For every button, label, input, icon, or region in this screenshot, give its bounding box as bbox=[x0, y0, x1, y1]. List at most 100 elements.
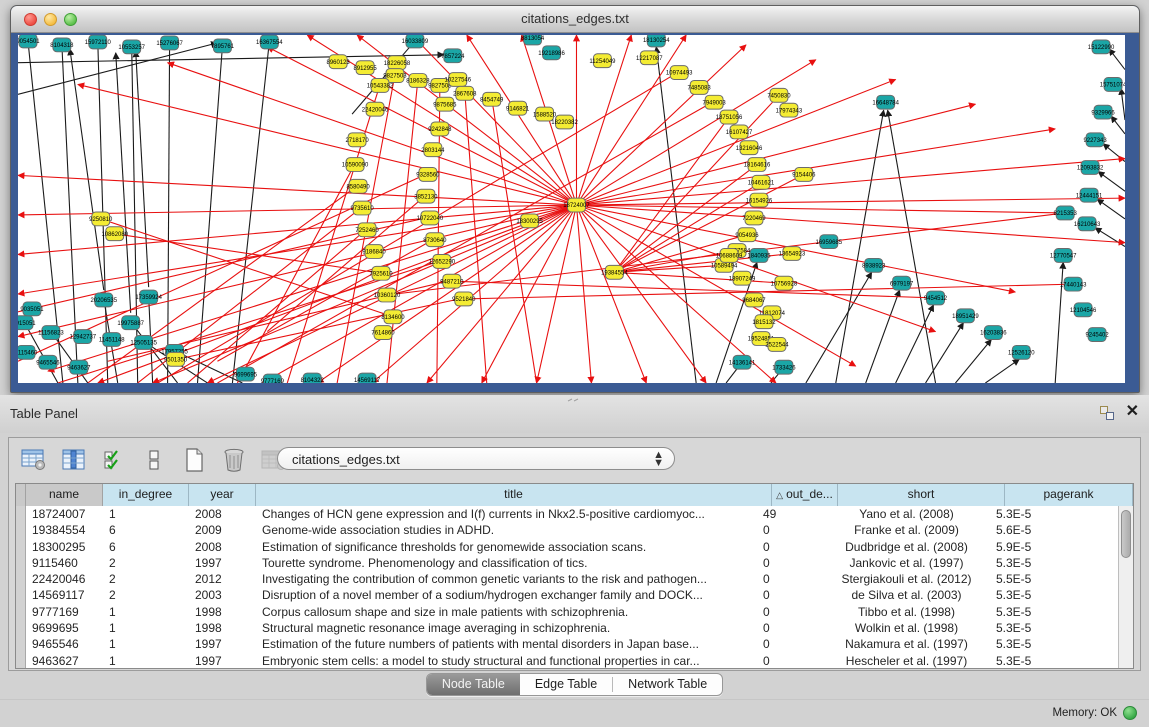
network-edge[interactable] bbox=[198, 46, 223, 383]
network-node[interactable]: 8134600 bbox=[381, 310, 405, 324]
network-node[interactable]: 10553257 bbox=[118, 40, 145, 54]
network-edge[interactable] bbox=[136, 51, 149, 287]
network-edge[interactable] bbox=[576, 104, 975, 205]
table-settings-icon[interactable] bbox=[19, 446, 48, 474]
network-node[interactable]: 17440143 bbox=[1060, 277, 1087, 291]
network-node[interactable]: 8186328 bbox=[406, 74, 430, 88]
network-node[interactable]: 9328560 bbox=[416, 167, 440, 181]
network-node[interactable]: 9242848 bbox=[428, 122, 452, 136]
network-node[interactable]: 9115460 bbox=[18, 345, 38, 359]
table-row[interactable]: 946362711997Embryonic stem cells: a mode… bbox=[16, 653, 1118, 668]
network-node[interactable]: 16959685 bbox=[816, 235, 843, 249]
window-titlebar[interactable]: citations_edges.txt bbox=[11, 6, 1139, 33]
network-edge[interactable] bbox=[576, 159, 1125, 205]
network-node[interactable]: 7450830 bbox=[767, 88, 791, 102]
network-node[interactable]: 9154406 bbox=[792, 167, 816, 181]
network-node[interactable]: 17359924 bbox=[135, 290, 162, 304]
network-edge[interactable] bbox=[1097, 199, 1125, 219]
network-node[interactable]: 2867608 bbox=[453, 86, 477, 100]
network-node[interactable]: 7252460 bbox=[355, 223, 379, 237]
table-row[interactable]: 2242004622012Investigating the contribut… bbox=[16, 571, 1118, 587]
network-node[interactable]: 7220469 bbox=[742, 211, 766, 225]
network-node[interactable]: 16154926 bbox=[746, 193, 773, 207]
network-edge[interactable] bbox=[955, 340, 991, 384]
network-node[interactable]: 9487210 bbox=[440, 274, 464, 288]
network-node[interactable]: 1815132 bbox=[752, 315, 775, 329]
table-row[interactable]: 977716911998Corpus callosum shape and si… bbox=[16, 604, 1118, 620]
network-edge[interactable] bbox=[48, 205, 577, 371]
float-panel-icon[interactable] bbox=[1100, 406, 1115, 421]
network-edge[interactable] bbox=[168, 298, 464, 361]
network-node[interactable]: 1840935 bbox=[747, 249, 771, 263]
network-node[interactable]: 18907249 bbox=[729, 271, 756, 285]
network-node[interactable]: 16033809 bbox=[402, 35, 429, 48]
network-node[interactable]: 1588520 bbox=[533, 107, 557, 121]
network-node[interactable]: 8580490 bbox=[346, 179, 370, 193]
network-node[interactable]: 8938923 bbox=[862, 258, 886, 272]
delete-table-icon[interactable] bbox=[219, 446, 248, 474]
scrollbar-thumb[interactable] bbox=[1121, 510, 1131, 558]
network-edge[interactable] bbox=[232, 42, 269, 383]
network-node[interactable]: 9465546 bbox=[36, 355, 60, 369]
table-row[interactable]: 911546021997Tourette syndrome. Phenomeno… bbox=[16, 555, 1118, 571]
table-row[interactable]: 946554611997Estimation of the future num… bbox=[16, 636, 1118, 652]
network-node[interactable]: 22420046 bbox=[362, 102, 389, 116]
network-node[interactable]: 8730640 bbox=[423, 233, 447, 247]
network-edge[interactable] bbox=[985, 359, 1019, 383]
network-node[interactable]: 14569117 bbox=[354, 373, 380, 383]
network-node[interactable]: 18130254 bbox=[643, 35, 670, 47]
column-header-out_de[interactable]: △out_de... bbox=[772, 484, 838, 506]
network-node[interactable]: 9684067 bbox=[742, 293, 765, 307]
network-node[interactable]: 9454512 bbox=[924, 291, 947, 305]
new-table-icon[interactable] bbox=[179, 446, 208, 474]
network-node[interactable]: 7614860 bbox=[371, 326, 395, 340]
network-node[interactable]: 16648784 bbox=[872, 95, 899, 109]
network-edge[interactable] bbox=[1121, 88, 1125, 120]
tab-edge-table[interactable]: Edge Table bbox=[520, 674, 612, 695]
network-node[interactable]: 18951429 bbox=[952, 309, 979, 323]
network-node[interactable]: 11156823 bbox=[38, 326, 64, 340]
network-node[interactable]: 16367554 bbox=[256, 35, 283, 49]
network-node[interactable]: 1733426 bbox=[772, 360, 796, 374]
show-column-icon[interactable] bbox=[59, 446, 88, 474]
network-node[interactable]: 12652290 bbox=[429, 254, 456, 268]
network-node[interactable]: 7949003 bbox=[703, 95, 727, 109]
network-node[interactable]: 9329966 bbox=[1091, 105, 1115, 119]
network-edge[interactable] bbox=[217, 101, 714, 383]
network-edge[interactable] bbox=[464, 284, 1073, 299]
column-header-short[interactable]: short bbox=[838, 484, 1005, 506]
network-node[interactable]: 15972110 bbox=[85, 35, 112, 49]
network-edge[interactable] bbox=[614, 174, 803, 272]
network-node[interactable]: 8215353 bbox=[1054, 206, 1078, 220]
network-node[interactable]: 12942737 bbox=[70, 330, 97, 344]
network-node[interactable]: 8912955 bbox=[353, 61, 377, 75]
network-node[interactable]: 12526120 bbox=[1008, 345, 1035, 359]
network-node[interactable]: 16107427 bbox=[726, 125, 753, 139]
network-node[interactable]: 7857224 bbox=[441, 49, 465, 63]
network-node[interactable]: 14136141 bbox=[729, 355, 756, 369]
network-edge[interactable] bbox=[576, 205, 591, 383]
network-node[interactable]: 9054501 bbox=[18, 35, 40, 48]
network-node[interactable]: 7485083 bbox=[688, 80, 712, 94]
network-edge[interactable] bbox=[18, 55, 444, 63]
network-node[interactable]: 17974343 bbox=[776, 103, 803, 117]
network-edge[interactable] bbox=[427, 205, 577, 383]
network-node[interactable]: 9146821 bbox=[506, 101, 530, 115]
panel-resize-handle[interactable] bbox=[567, 398, 581, 402]
network-node[interactable]: 2718170 bbox=[345, 133, 369, 147]
network-node[interactable]: 8915051 bbox=[18, 316, 36, 330]
network-edge[interactable] bbox=[576, 79, 895, 205]
column-header-title[interactable]: title bbox=[256, 484, 772, 506]
network-edge[interactable] bbox=[576, 205, 646, 383]
table-row[interactable]: 1872400712008Changes of HCN gene express… bbox=[16, 506, 1118, 522]
network-node[interactable]: 7895761 bbox=[211, 39, 235, 53]
network-node[interactable]: 10590090 bbox=[342, 158, 369, 172]
network-edge[interactable] bbox=[576, 205, 1065, 213]
network-edge[interactable] bbox=[1098, 171, 1125, 191]
column-header-in_degree[interactable]: in_degree bbox=[103, 484, 189, 506]
network-node[interactable]: 9463627 bbox=[67, 360, 90, 374]
network-edge[interactable] bbox=[237, 164, 355, 383]
network-node[interactable]: 9186840 bbox=[362, 245, 386, 259]
network-node[interactable]: 9735610 bbox=[350, 201, 374, 215]
network-node[interactable]: 10722040 bbox=[417, 211, 444, 225]
